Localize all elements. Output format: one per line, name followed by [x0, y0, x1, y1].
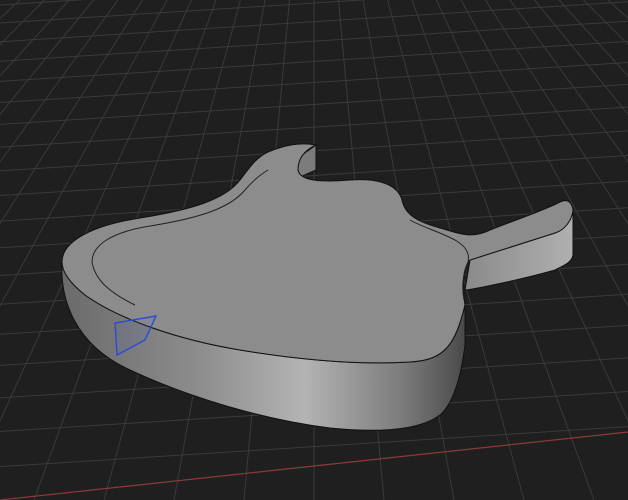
- viewport-canvas[interactable]: [0, 0, 628, 500]
- grid-line: [0, 0, 45, 46]
- grid-line: [0, 0, 21, 19]
- grid-line: [0, 0, 70, 77]
- grid-line: [607, 0, 628, 19]
- grid-line: [583, 0, 628, 46]
- 3d-viewport[interactable]: [0, 0, 628, 500]
